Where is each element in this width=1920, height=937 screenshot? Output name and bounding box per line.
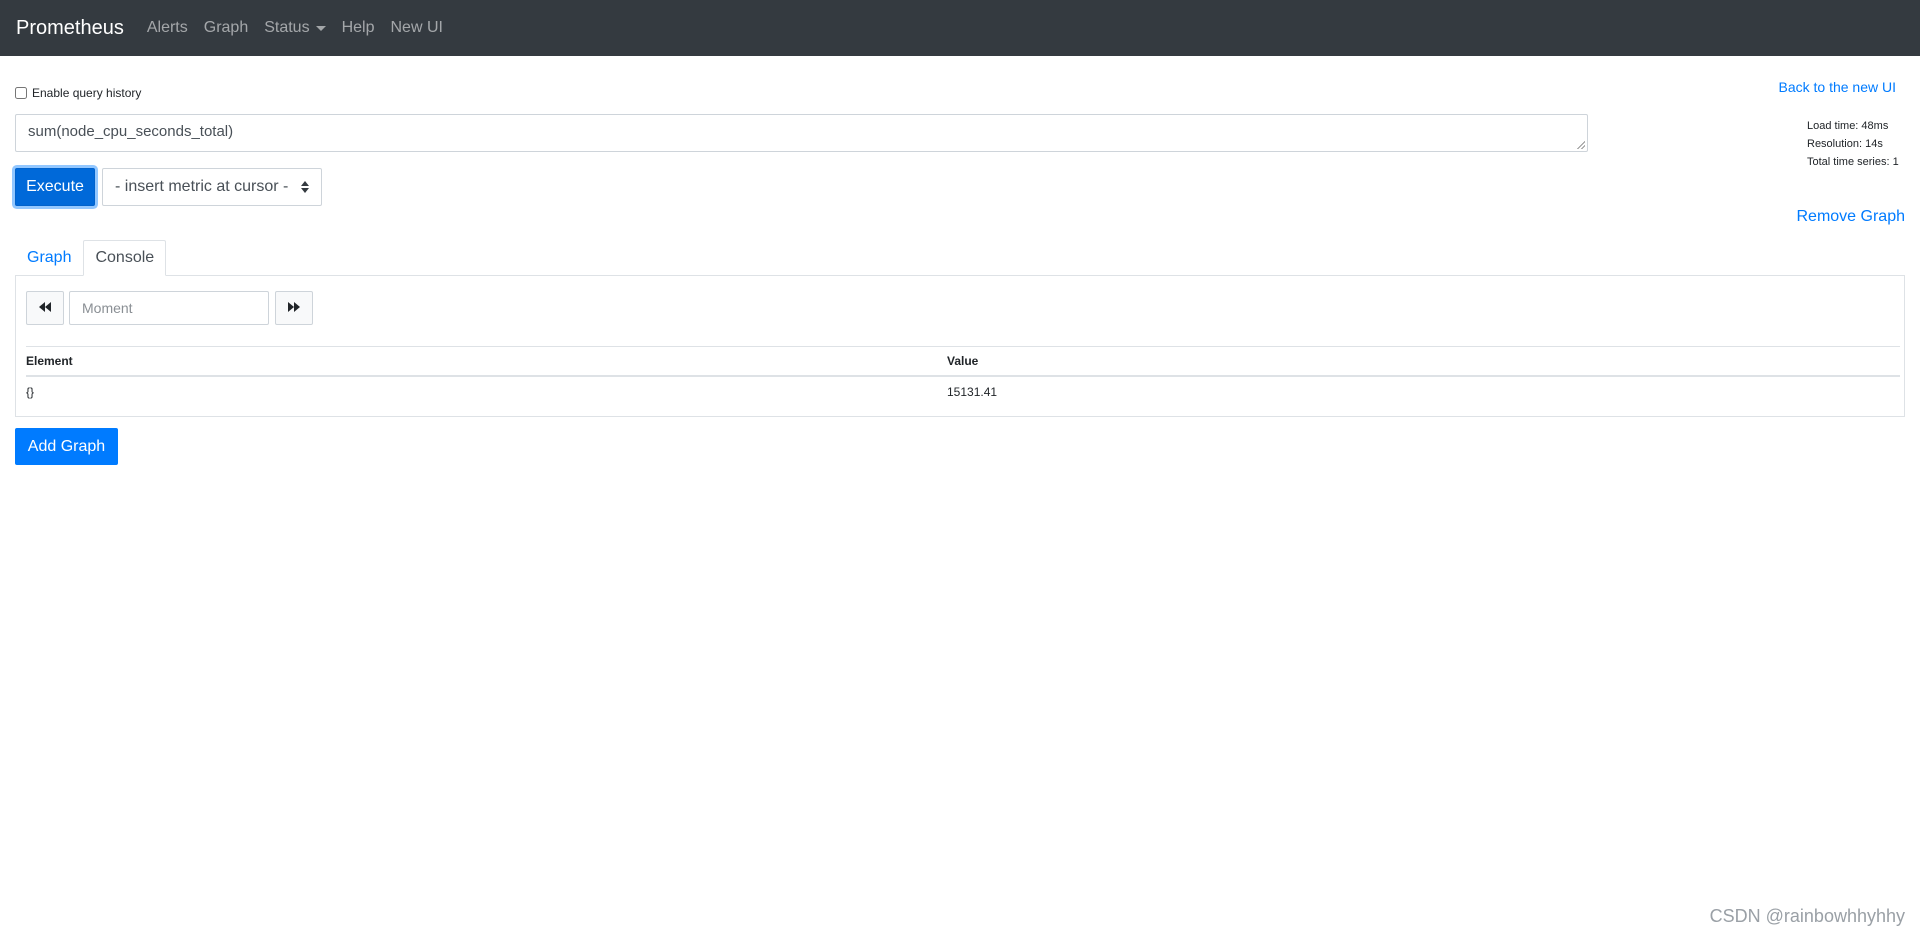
expression-input[interactable]: sum(node_cpu_seconds_total) — [15, 114, 1588, 152]
load-time: Load time: 48ms — [1807, 120, 1889, 132]
nav-new-ui[interactable]: New UI — [390, 19, 442, 37]
moment-input[interactable] — [69, 291, 269, 325]
tab-console[interactable]: Console — [83, 240, 167, 276]
results-table: Element Value {} 15131.41 — [26, 346, 1900, 407]
time-back-button[interactable] — [26, 291, 64, 325]
resize-handle-icon[interactable] — [1577, 141, 1585, 149]
add-graph-button[interactable]: Add Graph — [15, 428, 118, 465]
resolution: Resolution: 14s — [1807, 138, 1883, 150]
watermark-text: CSDN @rainbowhhyhhy — [1709, 906, 1905, 926]
back-to-new-ui-link[interactable]: Back to the new UI — [1778, 79, 1896, 95]
query-history-label: Enable query history — [32, 86, 142, 100]
insert-metric-select[interactable]: - insert metric at cursor - — [102, 168, 322, 206]
nav-alerts[interactable]: Alerts — [147, 19, 188, 37]
console-panel: Element Value {} 15131.41 — [15, 275, 1905, 417]
nav-status-dropdown[interactable]: Status — [264, 19, 326, 37]
table-row: {} 15131.41 — [26, 377, 1900, 407]
query-stats: Load time: 48ms Resolution: 14s Total ti… — [1807, 117, 1899, 171]
row-element: {} — [26, 385, 35, 399]
nav-graph[interactable]: Graph — [204, 19, 248, 37]
total-time-series: Total time series: 1 — [1807, 156, 1899, 168]
insert-metric-selected: - insert metric at cursor - — [115, 178, 289, 195]
time-forward-button[interactable] — [275, 291, 313, 325]
tab-graph[interactable]: Graph — [15, 240, 83, 276]
nav-status-label: Status — [264, 19, 310, 36]
results-header-row: Element Value — [26, 347, 1900, 377]
execute-button[interactable]: Execute — [15, 168, 95, 206]
view-tabs: Graph Console — [15, 240, 167, 276]
nav-help[interactable]: Help — [342, 19, 375, 37]
select-arrows-icon — [301, 181, 309, 193]
brand-logo-text[interactable]: Prometheus — [16, 17, 124, 40]
query-history-toggle[interactable]: Enable query history — [15, 86, 141, 100]
chevron-down-icon — [315, 25, 326, 31]
header-value: Value — [947, 354, 979, 368]
top-navbar: Prometheus Alerts Graph Status Help New … — [0, 0, 1920, 56]
row-value: 15131.41 — [947, 385, 998, 399]
query-history-checkbox[interactable] — [15, 87, 27, 99]
fast-backward-icon — [39, 301, 51, 315]
fast-forward-icon — [288, 301, 300, 315]
remove-graph-link[interactable]: Remove Graph — [1797, 208, 1906, 226]
header-element: Element — [26, 354, 73, 368]
expression-text: sum(node_cpu_seconds_total) — [28, 123, 234, 140]
